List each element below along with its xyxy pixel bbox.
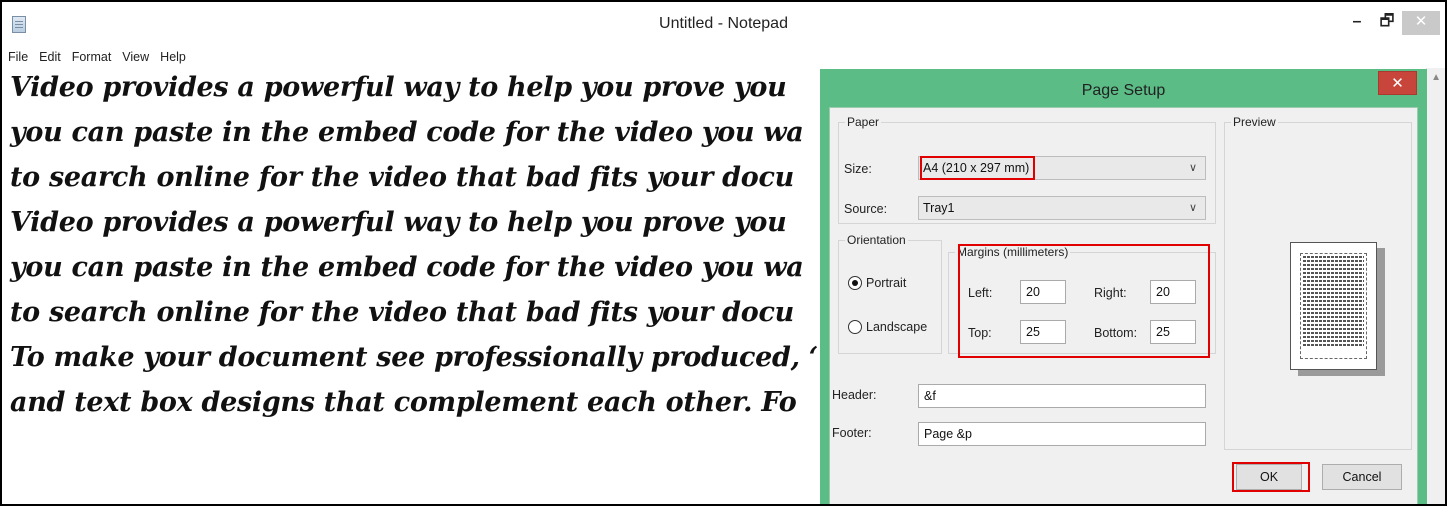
chevron-down-icon: ∨ (1188, 162, 1197, 174)
top-margin-input[interactable]: 25 (1020, 320, 1066, 344)
document-line: and text box designs that complement eac… (10, 387, 797, 418)
size-select[interactable]: A4 (210 x 297 mm) ∨ (918, 156, 1206, 180)
header-label: Header: (832, 388, 877, 402)
dialog-close-button[interactable]: ✕ (1378, 71, 1417, 95)
preview-margin-box (1300, 253, 1367, 359)
top-margin-label: Top: (968, 326, 992, 340)
page-setup-dialog: Page Setup ✕ Paper Size: A4 (210 x 297 m… (820, 69, 1427, 504)
dialog-title: Page Setup (1081, 82, 1166, 99)
dialog-body: Paper Size: A4 (210 x 297 mm) ∨ Source: … (829, 107, 1418, 504)
document-line: you can paste in the embed code for the … (10, 117, 804, 148)
menu-bar: File Edit Format View Help (2, 48, 191, 66)
preview-group-label: Preview (1231, 115, 1278, 129)
preview-page (1290, 242, 1377, 370)
minimize-button[interactable]: – (1342, 11, 1372, 35)
bottom-margin-label: Bottom: (1094, 326, 1138, 340)
menu-help[interactable]: Help (154, 48, 191, 66)
document-line: Video provides a powerful way to help yo… (10, 207, 787, 238)
maximize-button[interactable]: 🗗 (1372, 11, 1402, 35)
vertical-scrollbar[interactable]: ▲ (1426, 68, 1445, 504)
document-line: Video provides a powerful way to help yo… (10, 72, 787, 103)
size-label: Size: (844, 162, 872, 176)
paper-group-label: Paper (845, 115, 882, 129)
left-margin-input[interactable]: 20 (1020, 280, 1066, 304)
orientation-group: Orientation (838, 233, 942, 354)
left-margin-label: Left: (968, 286, 993, 300)
window-title: Untitled - Notepad (659, 15, 788, 32)
ok-button[interactable]: OK (1236, 464, 1302, 490)
landscape-radio[interactable] (848, 320, 862, 334)
margins-group-label: Margins (millimeters) (955, 245, 1071, 259)
menu-view[interactable]: View (116, 48, 154, 66)
right-margin-input[interactable]: 20 (1150, 280, 1196, 304)
footer-input[interactable]: Page &p (918, 422, 1206, 446)
source-select-value: Tray1 (923, 201, 955, 215)
close-button[interactable]: ✕ (1402, 11, 1440, 35)
document-line: To make your document see professionally… (10, 342, 818, 373)
source-select[interactable]: Tray1 ∨ (918, 196, 1206, 220)
notepad-window: Untitled - Notepad – 🗗 ✕ File Edit Forma… (0, 0, 1447, 506)
menu-file[interactable]: File (2, 48, 33, 66)
menu-edit[interactable]: Edit (33, 48, 66, 66)
landscape-label[interactable]: Landscape (866, 320, 927, 334)
portrait-label[interactable]: Portrait (866, 276, 906, 290)
size-select-value: A4 (210 x 297 mm) (923, 161, 1030, 175)
chevron-down-icon: ∨ (1188, 202, 1197, 214)
scroll-up-arrow-icon[interactable]: ▲ (1431, 72, 1441, 83)
portrait-radio[interactable] (848, 276, 862, 290)
source-label: Source: (844, 202, 888, 216)
menu-format[interactable]: Format (66, 48, 117, 66)
header-input[interactable]: &f (918, 384, 1206, 408)
bottom-margin-input[interactable]: 25 (1150, 320, 1196, 344)
document-line: to search online for the video that bad … (10, 162, 794, 193)
orientation-group-label: Orientation (845, 233, 908, 247)
cancel-button[interactable]: Cancel (1322, 464, 1402, 490)
right-margin-label: Right: (1094, 286, 1127, 300)
title-bar: Untitled - Notepad – 🗗 ✕ (2, 2, 1445, 46)
document-line: to search online for the video that bad … (10, 297, 794, 328)
footer-label: Footer: (832, 426, 872, 440)
document-line: you can paste in the embed code for the … (10, 252, 804, 283)
